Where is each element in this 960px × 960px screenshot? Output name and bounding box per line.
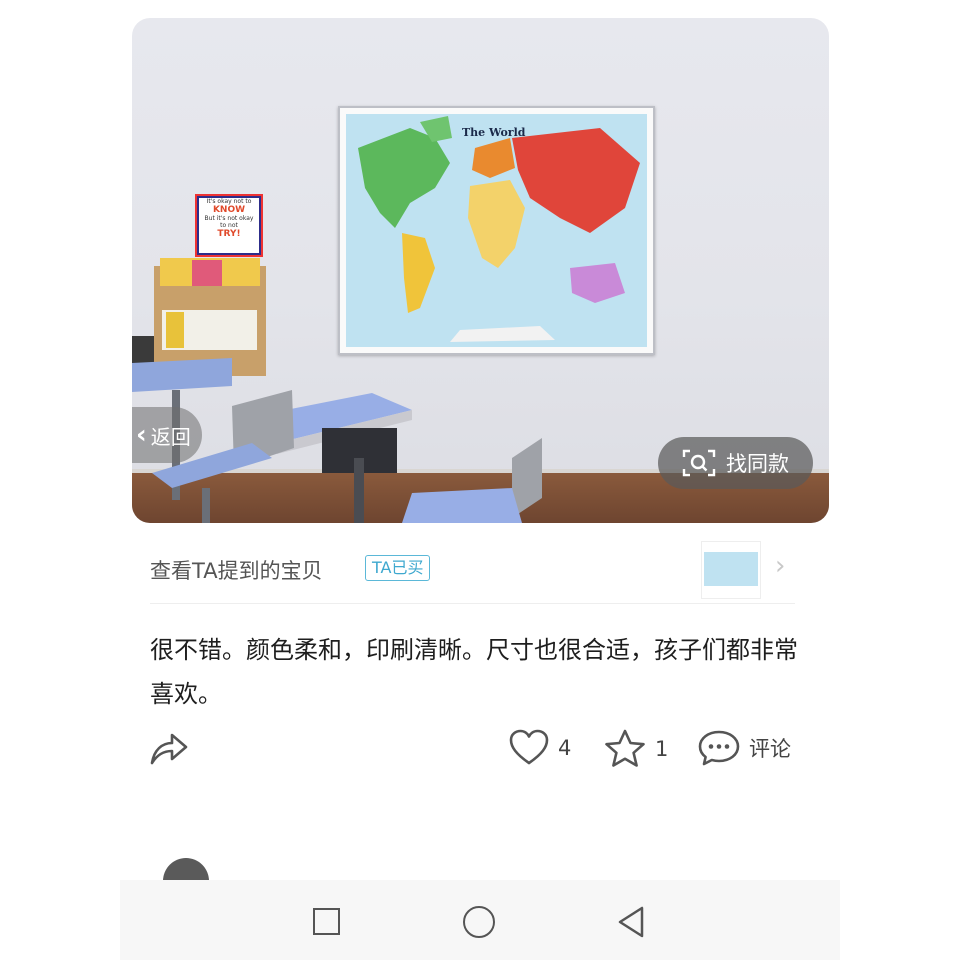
- product-thumbnail[interactable]: [701, 541, 761, 599]
- review-text: 很不错。颜色柔和，印刷清晰。尺寸也很合适，孩子们都非常喜欢。: [150, 636, 798, 708]
- back-label: 返回: [150, 424, 191, 449]
- find-similar-label: 找同款: [726, 452, 789, 476]
- favorite-button[interactable]: 1: [603, 728, 668, 770]
- heart-icon: [509, 729, 549, 765]
- recent-apps-icon[interactable]: [313, 908, 340, 935]
- image-search-icon: [682, 449, 716, 477]
- share-button[interactable]: [148, 728, 190, 772]
- favorite-count: 1: [655, 737, 669, 761]
- comment-label: 评论: [749, 737, 791, 761]
- mentioned-product-row[interactable]: 查看TA提到的宝贝 TA已买 ›: [150, 535, 795, 604]
- system-navigation-bar: [120, 880, 840, 960]
- find-similar-button[interactable]: 找同款: [658, 437, 813, 489]
- star-icon: [605, 729, 645, 767]
- like-count: 4: [558, 736, 572, 760]
- chevron-right-icon: ›: [775, 551, 786, 581]
- purchased-badge: TA已买: [365, 555, 431, 581]
- like-button[interactable]: 4: [508, 728, 571, 768]
- comment-icon: [698, 730, 740, 766]
- back-triangle-icon[interactable]: [616, 905, 646, 939]
- share-icon: [150, 733, 188, 765]
- comment-button[interactable]: 评论: [697, 728, 791, 768]
- review-photo[interactable]: It's okay not to KNOW But it's not okay …: [132, 18, 829, 523]
- home-icon[interactable]: [463, 906, 495, 938]
- back-button[interactable]: ‹ 返回: [132, 407, 202, 463]
- view-mentioned-item-link[interactable]: 查看TA提到的宝贝: [150, 555, 323, 585]
- chevron-left-icon: ‹: [136, 420, 147, 450]
